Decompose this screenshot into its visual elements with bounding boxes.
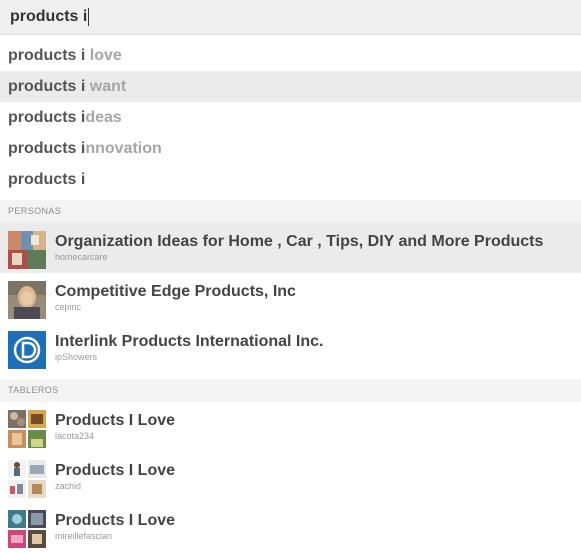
board-owner: mireillefascian (55, 531, 113, 541)
board-pin-thumb (28, 430, 46, 448)
avatar (8, 281, 46, 319)
board-cover-grid (8, 460, 46, 498)
board-owner: lacota234 (55, 431, 95, 441)
person-name: Competitive Edge Products, Inc (55, 283, 296, 300)
board-pin-thumb (28, 460, 46, 478)
person-result-row[interactable]: Organization Ideas for Home , Car , Tips… (0, 223, 581, 273)
suggestion-typed: products i (8, 109, 86, 126)
board-cover-grid (8, 410, 46, 448)
suggestion-item-highlighted[interactable]: products i want (0, 71, 581, 102)
suggestion-item[interactable]: products i love (0, 40, 581, 71)
suggestion-completion: nnovation (85, 140, 162, 157)
person-name: Interlink Products International Inc. (55, 333, 324, 350)
interlink-logo (8, 331, 46, 369)
board-owner: zachid (55, 481, 82, 491)
search-input[interactable]: products i (10, 8, 90, 26)
person-result-row[interactable]: Interlink Products International Inc. ip… (0, 323, 581, 373)
suggestion-completion: want (85, 78, 127, 95)
suggestion-completion: love (85, 47, 122, 64)
board-title: Products I Love (55, 512, 176, 529)
board-pin-thumb (28, 530, 46, 548)
board-title: Products I Love (55, 412, 176, 429)
board-result-row[interactable]: Products I Love mireillefascian (0, 502, 581, 552)
search-bar[interactable]: products i (0, 0, 581, 35)
suggestion-item[interactable]: products ideas (0, 102, 581, 133)
person-username: homecarcare (55, 252, 108, 262)
avatar (8, 231, 46, 269)
section-header-boards: TABLEROS (0, 379, 581, 402)
suggestion-typed: products i (8, 78, 86, 95)
suggestion-item[interactable]: products innovation (0, 133, 581, 164)
board-pin-thumb (8, 480, 26, 498)
board-cover-grid (8, 510, 46, 548)
board-result-row[interactable]: Products I Love lacota234 (0, 402, 581, 452)
suggestion-typed: products i (8, 140, 86, 157)
board-pin-thumb (28, 410, 46, 428)
suggestion-list: products i love products i want products… (0, 40, 581, 195)
suggestion-typed: products i (8, 171, 86, 188)
board-result-row[interactable]: Products I Love zachid (0, 452, 581, 502)
person-username: ipShowers (55, 352, 98, 362)
board-pin-thumb (28, 510, 46, 528)
person-result-row[interactable]: Competitive Edge Products, Inc cepinc (0, 273, 581, 323)
text-caret (88, 8, 90, 26)
board-title: Products I Love (55, 462, 176, 479)
board-pin-thumb (28, 480, 46, 498)
board-pin-thumb (8, 510, 26, 528)
board-pin-thumb (8, 430, 26, 448)
person-username: cepinc (55, 302, 82, 312)
person-name: Organization Ideas for Home , Car , Tips… (55, 233, 544, 250)
suggestion-typed: products i (8, 47, 86, 64)
suggestion-completion: deas (85, 109, 122, 126)
board-pin-thumb (8, 410, 26, 428)
board-pin-thumb (8, 530, 26, 548)
search-query: products i (10, 8, 88, 25)
board-pin-thumb (8, 460, 26, 478)
suggestion-item[interactable]: products i (0, 164, 581, 195)
section-header-people: PERSONAS (0, 200, 581, 223)
